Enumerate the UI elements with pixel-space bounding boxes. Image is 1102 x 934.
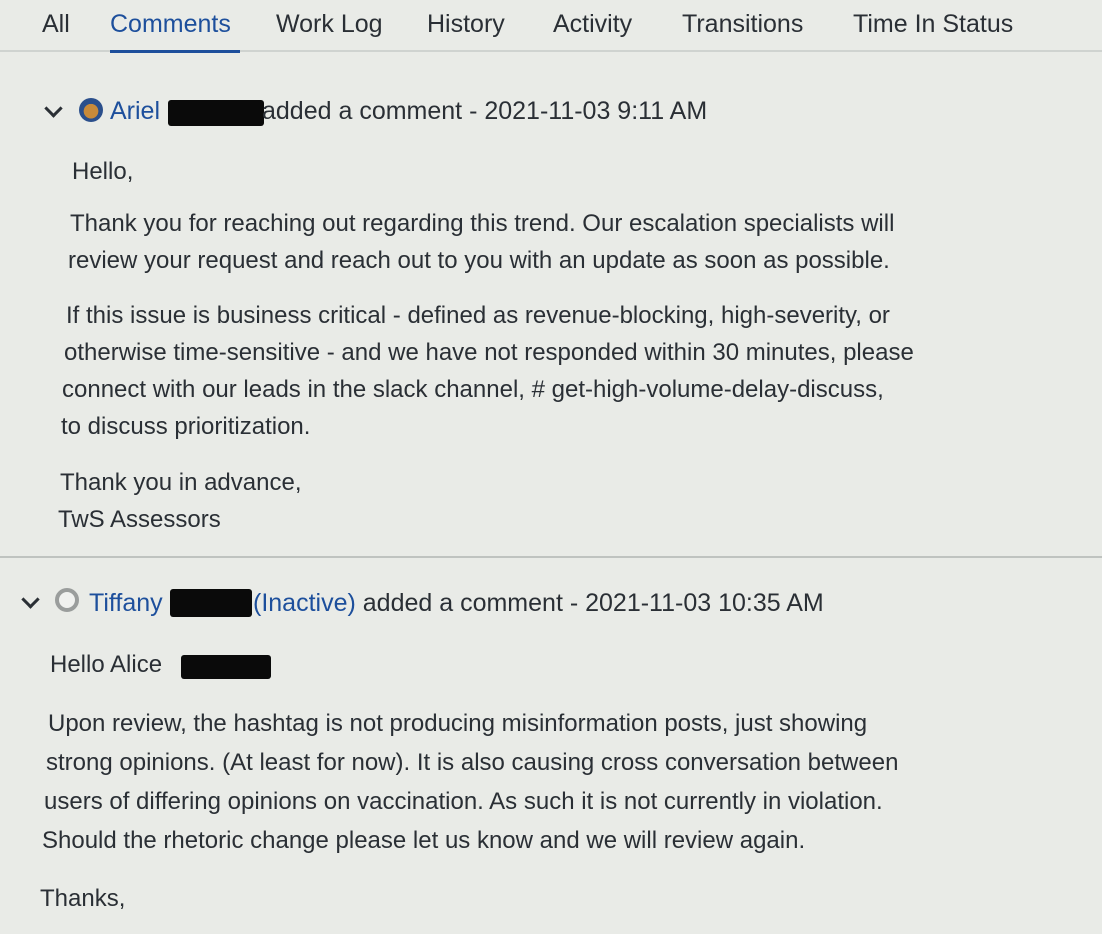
comment-header: Tiffany [89,589,163,618]
comment-line: Should the rhetoric change please let us… [42,827,806,854]
comment-author[interactable]: Tiffany [89,589,163,617]
comment-line: users of differing opinions on vaccinati… [44,788,883,815]
tab-bar: All Comments Work Log History Activity T… [0,0,1102,52]
tab-transitions[interactable]: Transitions [682,10,803,39]
comment-action-line: (Inactive) added a comment - 2021-11-03 … [253,589,824,618]
tab-all[interactable]: All [42,10,70,39]
comment-action: added a comment - 2021-11-03 9:11 AM [262,97,708,125]
comment-line: If this issue is business critical - def… [66,302,890,329]
tab-time-in-status[interactable]: Time In Status [853,10,1013,39]
tab-history[interactable]: History [427,10,505,39]
comment-line: otherwise time-sensitive - and we have n… [64,339,914,366]
comment-header: Ariel [110,97,160,126]
active-tab-indicator [110,50,240,53]
comment-line: Thank you in advance, [60,469,302,496]
comment-line: Thank you for reaching out regarding thi… [70,210,895,237]
comment-divider [0,556,1102,558]
tab-work-log[interactable]: Work Log [276,10,383,39]
chevron-down-icon[interactable] [21,590,40,609]
comment-line: review your request and reach out to you… [68,247,890,274]
comment-author[interactable]: Ariel [110,97,160,125]
redaction-box [168,100,264,126]
redaction-box [181,655,271,679]
redaction-box [170,589,252,617]
comment-line: to discuss prioritization. [61,413,311,440]
comment-action: added a comment - 2021-11-03 10:35 AM [362,589,824,617]
comment-line: strong opinions. (At least for now). It … [46,749,899,776]
tab-activity[interactable]: Activity [553,10,632,39]
tab-comments[interactable]: Comments [110,10,231,39]
comment-line: Upon review, the hashtag is not producin… [48,710,868,737]
comment-line: Hello Alice [50,651,163,678]
comment-line: connect with our leads in the slack chan… [62,376,884,403]
user-avatar-icon[interactable] [79,98,103,122]
chevron-down-icon[interactable] [44,99,63,118]
inactive-status: (Inactive) [253,589,356,617]
comment-line: TwS Assessors [58,506,221,533]
user-avatar-icon[interactable] [55,588,79,612]
comment-line: Thanks, [40,885,126,912]
comment-line: Hello, [72,158,134,185]
